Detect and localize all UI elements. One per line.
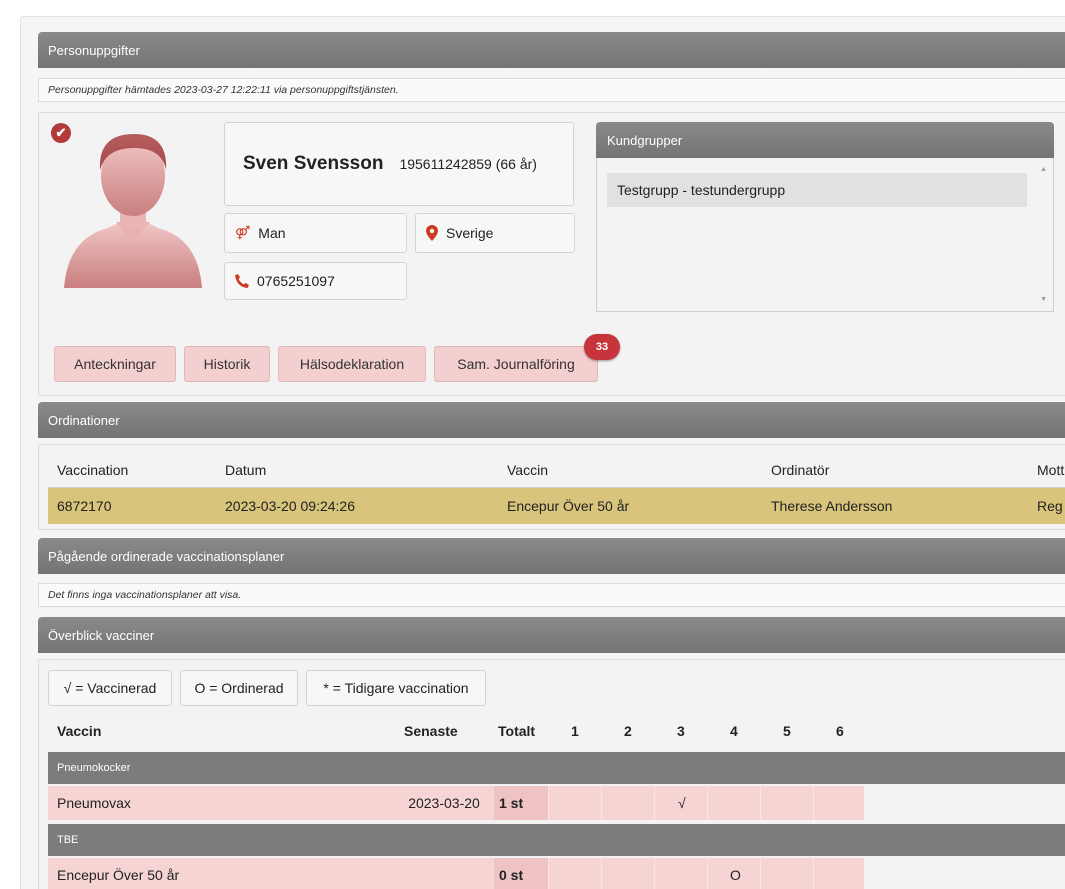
col-vaccin: Vaccin xyxy=(507,461,548,478)
notification-badge: 33 xyxy=(584,334,620,360)
th-dose-4: 4 xyxy=(730,723,738,739)
fetched-note: Personuppgifter hämtades 2023-03-27 12:2… xyxy=(38,78,1065,102)
gender-value: Man xyxy=(258,225,286,241)
list-item[interactable]: Testgrupp - testundergrupp xyxy=(607,173,1027,207)
cell-totalt: 0 st xyxy=(494,858,548,889)
map-pin-icon xyxy=(426,225,438,241)
patient-id: 195611242859 (66 år) xyxy=(399,156,537,172)
table-row[interactable]: Pneumovax 2023-03-20 1 st √ xyxy=(48,786,864,820)
dose-cell: √ xyxy=(654,786,707,820)
th-vaccin: Vaccin xyxy=(57,723,102,739)
th-dose-6: 6 xyxy=(836,723,844,739)
no-plans-note: Det finns inga vaccinationsplaner att vi… xyxy=(38,583,1065,607)
section-header-overblick: Överblick vacciner xyxy=(38,617,1065,653)
ordinationer-header-row: Vaccination Datum Vaccin Ordinatör Mott xyxy=(48,452,1065,488)
section-title: Ordinationer xyxy=(48,412,120,428)
cell-vaccin: Pneumovax xyxy=(48,786,394,820)
country-box: Sverige xyxy=(415,213,575,253)
kundgrupper-title: Kundgrupper xyxy=(607,132,683,148)
cell-mott: Reg xyxy=(1037,498,1063,514)
legend-tidigare: * = Tidigare vaccination xyxy=(306,670,486,706)
col-mott: Mott xyxy=(1037,461,1065,478)
kundgrupper-list[interactable]: Testgrupp - testundergrupp ▲ ▼ xyxy=(596,158,1054,312)
group-name: Pneumokocker xyxy=(57,762,131,774)
section-header-personuppgifter: Personuppgifter xyxy=(38,32,1065,68)
dose-cell xyxy=(760,858,813,889)
th-dose-2: 2 xyxy=(624,723,632,739)
group-header: TBE xyxy=(48,824,1065,856)
tab-halsodeklaration[interactable]: Hälsodeklaration xyxy=(278,346,426,382)
tab-label: Hälsodeklaration xyxy=(299,356,405,372)
legend-ordinerad: O = Ordinerad xyxy=(180,670,298,706)
patient-name: Sven Svensson xyxy=(243,153,384,174)
group-name: TBE xyxy=(57,834,79,846)
scroll-up-icon[interactable]: ▲ xyxy=(1040,166,1047,173)
th-dose-1: 1 xyxy=(571,723,579,739)
th-dose-5: 5 xyxy=(783,723,791,739)
fetched-note-text: Personuppgifter hämtades 2023-03-27 12:2… xyxy=(48,84,399,96)
cell-vaccination: 6872170 xyxy=(57,498,112,514)
tab-label: Sam. Journalföring xyxy=(457,356,575,372)
dose-cell xyxy=(601,858,654,889)
scroll-down-icon[interactable]: ▼ xyxy=(1040,296,1047,303)
group-header: Pneumokocker xyxy=(48,752,1065,784)
cell-totalt: 1 st xyxy=(494,786,548,820)
dose-cell xyxy=(601,786,654,820)
kundgrupper-header: Kundgrupper xyxy=(596,122,1054,158)
tab-anteckningar[interactable]: Anteckningar xyxy=(54,346,176,382)
table-row[interactable]: 6872170 2023-03-20 09:24:26 Encepur Över… xyxy=(48,488,1065,524)
section-title: Pågående ordinerade vaccinationsplaner xyxy=(48,548,285,564)
col-vaccination: Vaccination xyxy=(57,461,129,478)
cell-senaste xyxy=(394,858,494,889)
th-senaste: Senaste xyxy=(404,723,458,739)
dose-cell xyxy=(548,786,601,820)
cell-vaccin: Encepur Över 50 år xyxy=(48,858,394,889)
section-header-planer: Pågående ordinerade vaccinationsplaner xyxy=(38,538,1065,574)
tab-sam-journalforing[interactable]: Sam. Journalföring xyxy=(434,346,598,382)
section-title: Överblick vacciner xyxy=(48,627,155,643)
country-value: Sverige xyxy=(446,225,494,241)
legend-text: O = Ordinerad xyxy=(194,680,284,696)
legend-text: * = Tidigare vaccination xyxy=(323,680,469,696)
col-datum: Datum xyxy=(225,461,267,478)
section-header-ordinationer: Ordinationer xyxy=(38,402,1065,438)
legend-vaccinerad: √ = Vaccinerad xyxy=(48,670,172,706)
legend-text: √ = Vaccinerad xyxy=(63,680,157,696)
dose-cell: O xyxy=(707,858,760,889)
cell-senaste: 2023-03-20 xyxy=(394,786,494,820)
avatar xyxy=(64,134,202,288)
dose-cell xyxy=(654,858,707,889)
cell-vaccin: Encepur Över 50 år xyxy=(507,498,630,514)
cell-datum: 2023-03-20 09:24:26 xyxy=(225,498,355,514)
th-dose-3: 3 xyxy=(677,723,685,739)
dose-cell xyxy=(813,858,864,889)
dose-cell xyxy=(813,786,864,820)
tab-label: Anteckningar xyxy=(74,356,156,372)
col-ordinator: Ordinatör xyxy=(771,461,830,478)
phone-value: 0765251097 xyxy=(257,273,335,289)
th-totalt: Totalt xyxy=(498,723,536,739)
cell-ordinator: Therese Andersson xyxy=(771,498,893,514)
dose-cell xyxy=(760,786,813,820)
phone-icon xyxy=(235,274,249,288)
dose-cell xyxy=(707,786,760,820)
dose-cell xyxy=(548,858,601,889)
no-plans-text: Det finns inga vaccinationsplaner att vi… xyxy=(48,589,242,601)
table-row[interactable]: Encepur Över 50 år 0 st O xyxy=(48,858,864,889)
phone-box: 0765251097 xyxy=(224,262,407,300)
gender-box: ⚤ Man xyxy=(224,213,407,253)
tab-historik[interactable]: Historik xyxy=(184,346,270,382)
name-box: Sven Svensson 195611242859 (66 år) xyxy=(224,122,574,206)
tab-label: Historik xyxy=(203,356,251,372)
gender-icon: ⚤ xyxy=(235,225,251,240)
section-title: Personuppgifter xyxy=(48,42,140,58)
